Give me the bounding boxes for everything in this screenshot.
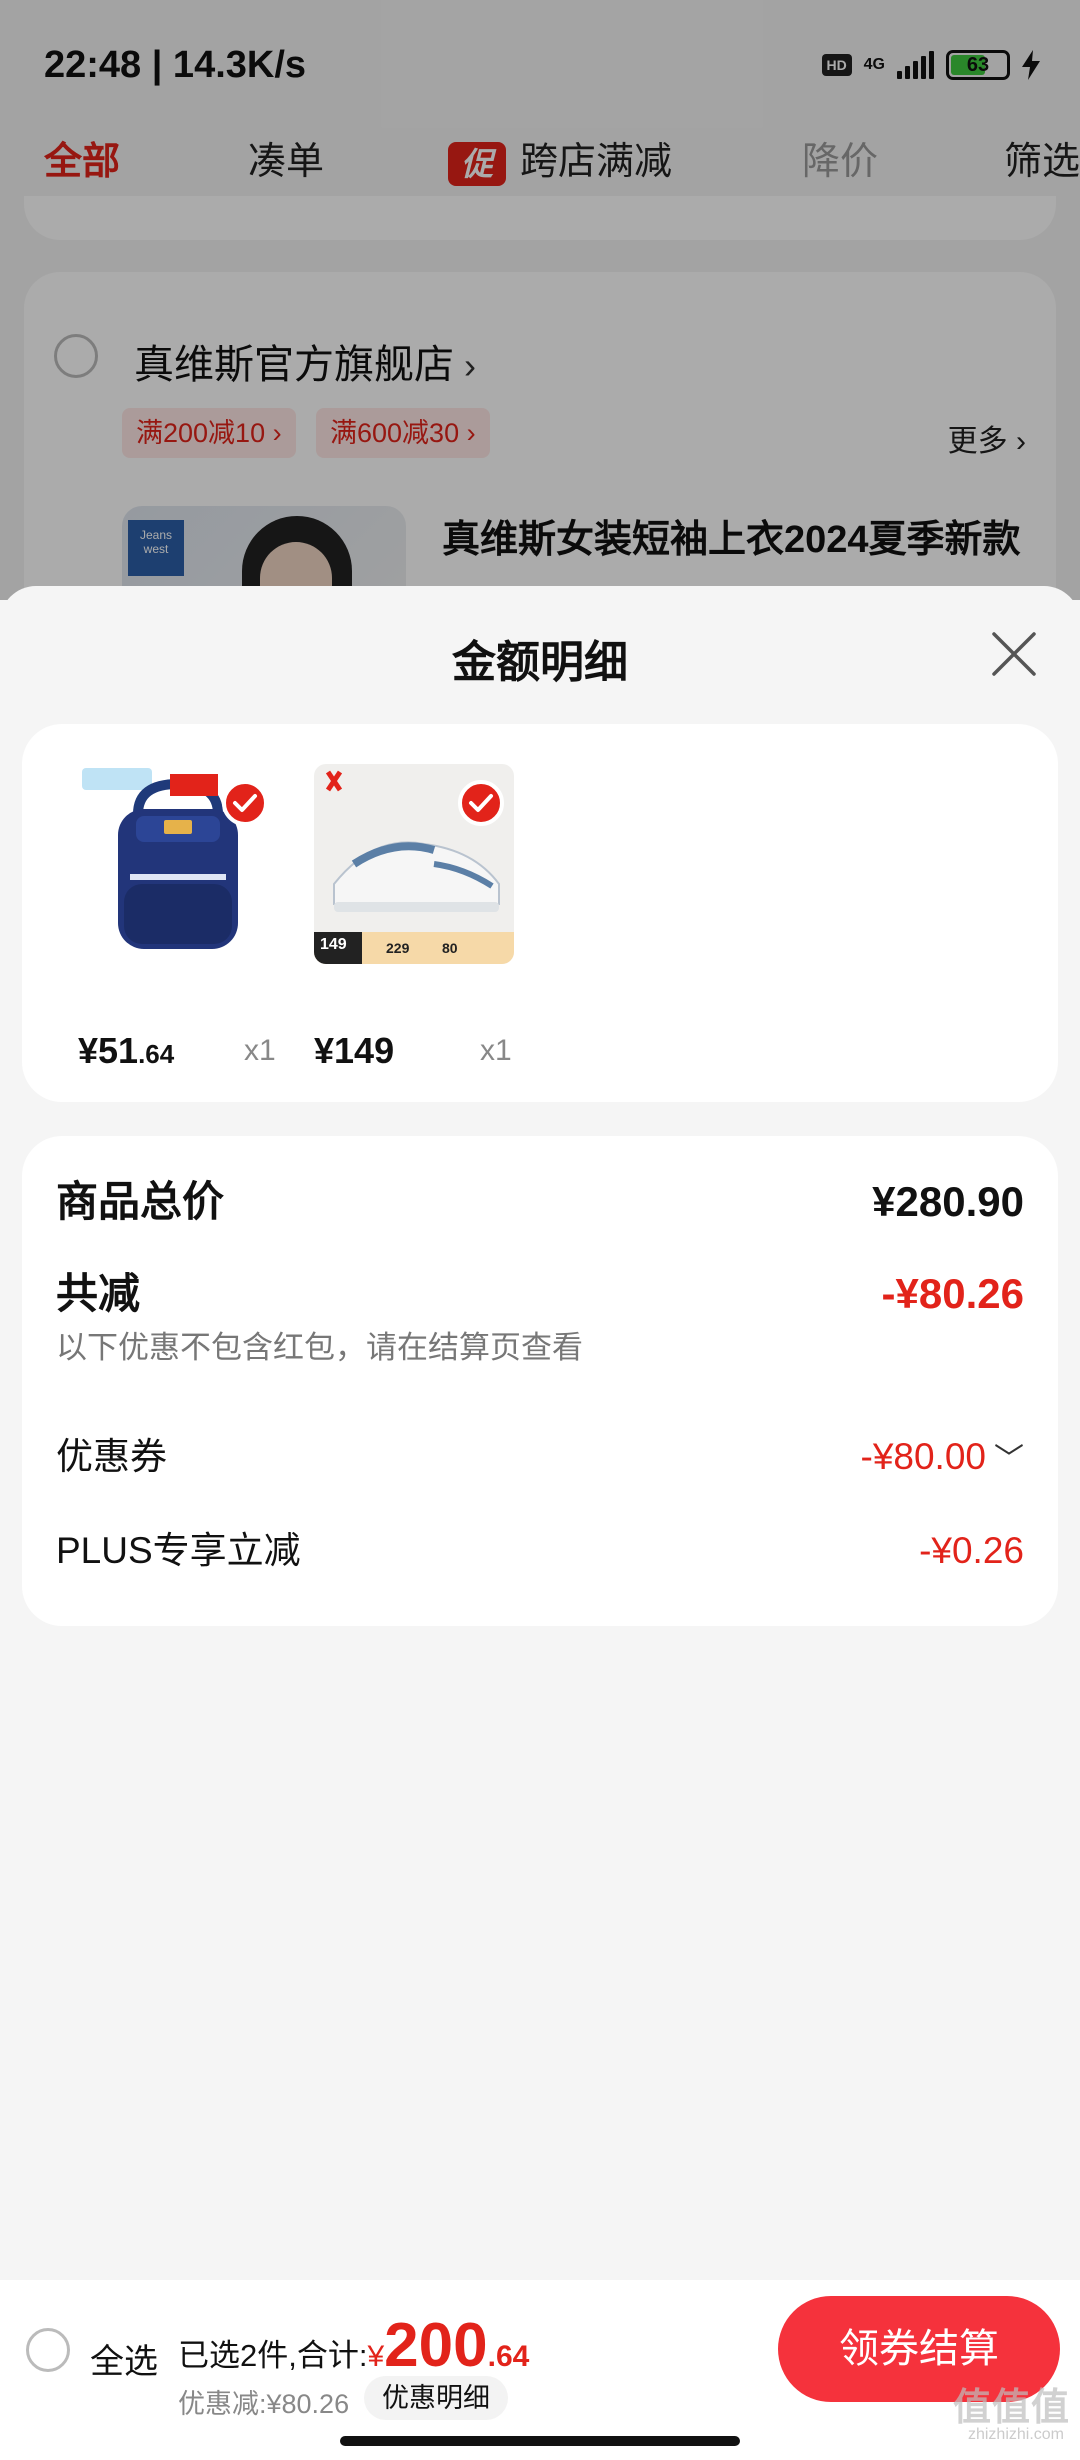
subtotal-label: 商品总价 [56,1178,225,1225]
coupon-label: 优惠券 [56,1436,167,1477]
item-price: ¥149 [314,1030,395,1071]
selected-count-text: 已选2件,合计: [178,2338,368,2373]
sheet-title: 金额明细 [452,638,628,687]
subtotal-value: ¥280.90 [872,1178,1024,1225]
badge-price-3: 80 [442,940,458,956]
badge-price-1: 149 [320,936,347,953]
badge-price-2: 229 [386,940,410,956]
cart-item[interactable]: ¥51.64 x1 [78,764,308,1071]
total-integer: 200 [384,2311,488,2380]
coupon-value-wrap: -¥80.00 ﹀ [861,1434,1025,1478]
watermark-url: zhizhizhi.com [967,2426,1064,2443]
item-quantity: x1 [480,1034,512,1067]
amount-detail-sheet: 金额明细 ¥51.64 x1 149 229 80 ¥149 x1 商品总价 ¥… [0,586,1080,2280]
sneaker-image: 149 229 80 [314,764,514,964]
total-decimal: .64 [487,2340,530,2373]
coupon-row[interactable]: 优惠券 -¥80.00 ﹀ [56,1426,1024,1480]
select-all-radio[interactable] [26,2328,70,2372]
checkout-bar: 全选 已选2件,合计:¥200.64 优惠减:¥80.26 优惠明细 领券结算 … [0,2280,1080,2460]
item-quantity: x1 [244,1034,276,1067]
cart-page-background: 22:48 | 14.3K/s HD 4G 63 全部 凑单 促跨店满减 降价 … [0,0,1080,706]
total-discount-value: -¥80.26 [881,1270,1024,1317]
subtotal-row: 商品总价 ¥280.90 [56,1168,1024,1229]
watermark-logo: 值值值 [952,2387,1070,2429]
plus-label: PLUS专享立减 [56,1530,301,1571]
items-card: ¥51.64 x1 149 229 80 ¥149 x1 [22,724,1058,1102]
total-line: 已选2件,合计:¥200.64 [178,2310,529,2381]
chevron-down-icon[interactable]: ﹀ [994,1443,1024,1476]
discount-amount: 优惠减:¥80.26 [178,2389,350,2419]
total-discount-row: 共减 -¥80.26 [56,1260,1024,1321]
coupon-value: -¥80.00 [860,1436,987,1477]
cart-item[interactable]: 149 229 80 ¥149 x1 [314,764,544,1071]
plus-value: -¥0.26 [919,1530,1024,1571]
select-all-label[interactable]: 全选 [90,2334,158,2383]
plus-discount-row: PLUS专享立减 -¥0.26 [56,1520,1024,1574]
close-icon[interactable] [988,628,1040,680]
check-icon [458,780,504,826]
total-discount-label: 共减 [56,1270,141,1317]
discount-detail-button[interactable]: 优惠明细 [364,2376,508,2420]
home-indicator[interactable] [340,2436,740,2446]
item-price: ¥51.64 [78,1030,175,1071]
total-currency: ¥ [367,2340,385,2373]
backpack-image [78,764,278,964]
discount-hint: 以下优惠不包含红包，请在结算页查看 [56,1330,583,1365]
check-icon [222,780,268,826]
price-summary-card: 商品总价 ¥280.90 共减 -¥80.26 以下优惠不包含红包，请在结算页查… [22,1136,1058,1626]
modal-overlay[interactable] [0,0,1080,600]
